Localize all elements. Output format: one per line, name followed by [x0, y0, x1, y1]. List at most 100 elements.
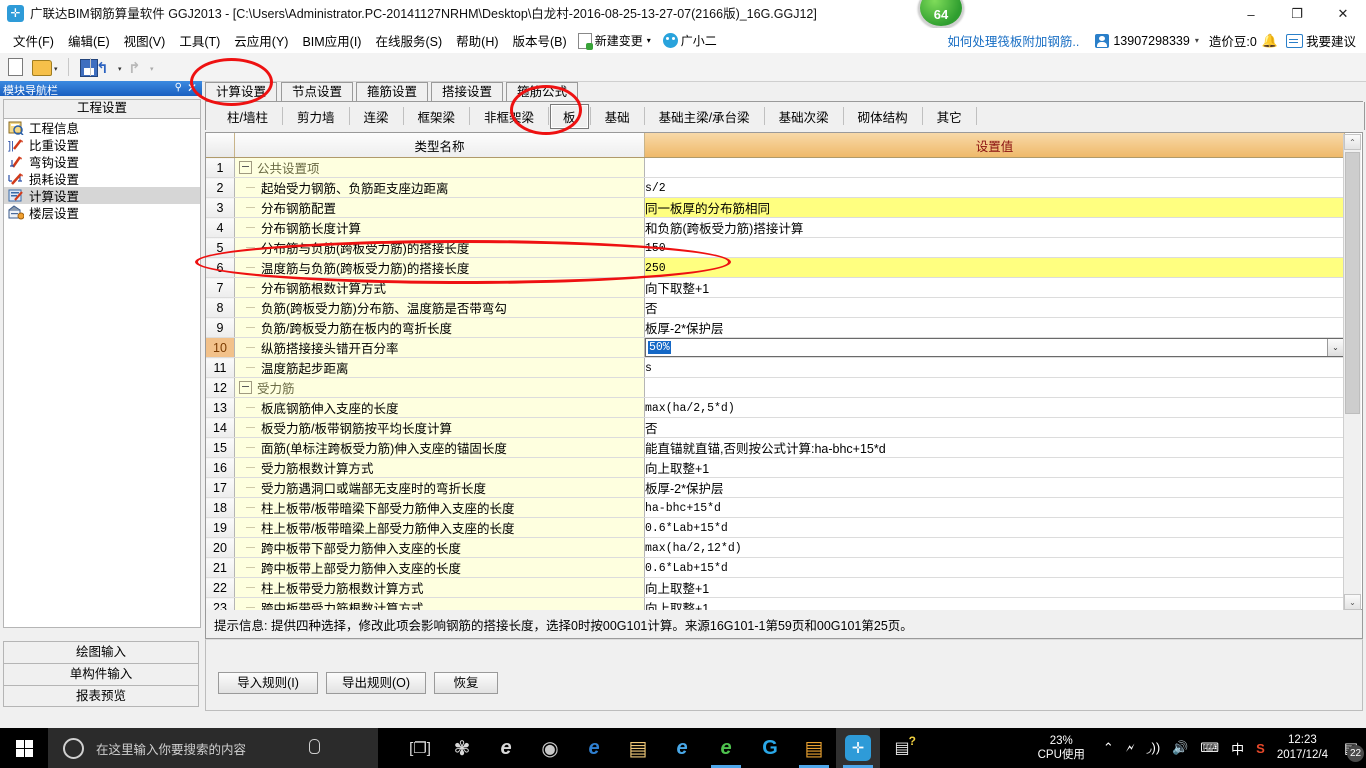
undo-icon[interactable]: ↰ — [96, 59, 109, 77]
row-setting-value-cell[interactable] — [644, 377, 1345, 398]
row-setting-value-cell[interactable]: 板厚-2*保护层 — [644, 477, 1345, 498]
row-type-name-cell[interactable]: 分布钢筋长度计算 — [234, 217, 645, 238]
table-row[interactable]: 17 受力筋遇洞口或端部无支座时的弯折长度 板厚-2*保护层 — [206, 477, 1345, 498]
microphone-icon[interactable] — [309, 739, 320, 754]
row-type-name-cell[interactable]: 负筋/跨板受力筋在板内的弯折长度 — [234, 317, 645, 338]
row-index-cell[interactable]: 14 — [206, 417, 235, 438]
row-type-name-cell[interactable]: 分布筋与负筋(跨板受力筋)的搭接长度 — [234, 237, 645, 258]
menu-cloud[interactable]: 云应用(Y) — [227, 28, 295, 53]
subtab-frame-beam[interactable]: 框架梁 — [405, 104, 469, 129]
row-index-cell[interactable]: 4 — [206, 217, 235, 238]
row-index-cell[interactable]: 21 — [206, 557, 235, 578]
row-setting-value-cell[interactable]: 150 — [644, 237, 1345, 258]
table-row[interactable]: 12 受力筋 — [206, 377, 1345, 398]
row-index-cell[interactable]: 15 — [206, 437, 235, 458]
row-setting-value-cell[interactable]: 50% ⌄ — [644, 337, 1345, 358]
row-type-name-cell[interactable]: 面筋(单标注跨板受力筋)伸入支座的锚固长度 — [234, 437, 645, 458]
table-row[interactable]: 20 跨中板带下部受力筋伸入支座的长度 max(ha/2,12*d) — [206, 537, 1345, 558]
close-button[interactable]: ✕ — [1320, 0, 1366, 28]
tab-calc-settings[interactable]: 计算设置 — [205, 82, 278, 102]
row-index-cell[interactable]: 12 — [206, 377, 235, 398]
search-box[interactable]: 在这里输入你要搜索的内容 — [48, 728, 378, 768]
tray-chevron-up-icon[interactable]: ⌃ — [1103, 740, 1114, 756]
task-view-button[interactable]: [❐] — [398, 728, 442, 768]
row-setting-value-cell[interactable] — [644, 157, 1345, 178]
row-index-cell[interactable]: 2 — [206, 177, 235, 198]
subtab-other[interactable]: 其它 — [924, 104, 975, 129]
taskbar-app-cortana[interactable]: ✾ — [440, 728, 484, 768]
table-row[interactable]: 22 柱上板带受力筋根数计算方式 向上取整+1 — [206, 577, 1345, 598]
row-type-name-cell[interactable]: 温度筋起步距离 — [234, 357, 645, 378]
table-row[interactable]: 3 分布钢筋配置 同一板厚的分布筋相同 — [206, 197, 1345, 218]
row-index-cell[interactable]: 17 — [206, 477, 235, 498]
scrollbar-thumb[interactable] — [1345, 152, 1360, 414]
row-setting-value-cell[interactable]: 0.6*Lab+15*d — [644, 557, 1345, 578]
row-setting-value-cell[interactable]: 向下取整+1 — [644, 277, 1345, 298]
row-type-name-cell[interactable]: 纵筋搭接接头错开百分率 — [234, 337, 645, 358]
row-setting-value-cell[interactable]: 否 — [644, 417, 1345, 438]
subtab-foundation-secondary-beam[interactable]: 基础次梁 — [766, 104, 842, 129]
menu-version[interactable]: 版本号(B) — [506, 28, 574, 53]
row-index-cell[interactable]: 18 — [206, 497, 235, 518]
row-index-cell[interactable]: 9 — [206, 317, 235, 338]
row-index-cell[interactable]: 16 — [206, 457, 235, 478]
notification-center-button[interactable]: ▤ 22 — [1336, 728, 1366, 768]
nav-item-calc-settings[interactable]: 计算设置 — [4, 187, 200, 204]
wifi-icon[interactable]: ◞)) — [1146, 740, 1160, 756]
table-row[interactable]: 15 面筋(单标注跨板受力筋)伸入支座的锚固长度 能直锚就直锚,否则按公式计算:ha… — [206, 437, 1345, 458]
chevron-down-icon[interactable]: ⌄ — [1326, 339, 1344, 356]
subtab-non-frame-beam[interactable]: 非框架梁 — [471, 104, 547, 129]
table-row[interactable]: 6 温度筋与负筋(跨板受力筋)的搭接长度 250 — [206, 257, 1345, 278]
account-chevron-down-icon[interactable]: ▾ — [1195, 36, 1199, 45]
menu-help[interactable]: 帮助(H) — [449, 28, 505, 53]
pin-icon[interactable]: ⚲ — [175, 82, 182, 93]
menu-edit[interactable]: 编辑(E) — [61, 28, 117, 53]
grid-vertical-scrollbar[interactable]: ⌃ ⌄ — [1343, 134, 1361, 610]
nav-item-floor-settings[interactable]: 楼层设置 — [4, 204, 200, 221]
row-index-cell[interactable]: 22 — [206, 577, 235, 598]
nav-close-icon[interactable]: ✕ — [187, 81, 197, 95]
row-setting-value-cell[interactable]: s — [644, 357, 1345, 378]
taskbar-app-file-explorer[interactable]: ▤ — [616, 728, 660, 768]
row-setting-value-cell[interactable]: max(ha/2,5*d) — [644, 397, 1345, 418]
subtab-foundation[interactable]: 基础 — [592, 104, 643, 129]
row-setting-value-cell[interactable]: max(ha/2,12*d) — [644, 537, 1345, 558]
keyboard-icon[interactable]: ⌨ — [1200, 740, 1219, 756]
account-label[interactable]: 13907298339 — [1113, 34, 1189, 48]
report-preview-button[interactable]: 报表预览 — [3, 685, 199, 707]
taskbar-app-antivirus[interactable]: ◉ — [528, 728, 572, 768]
subtab-coupling-beam[interactable]: 连梁 — [351, 104, 402, 129]
subtab-foundation-main-beam[interactable]: 基础主梁/承台梁 — [646, 104, 763, 129]
row-index-cell[interactable]: 8 — [206, 297, 235, 318]
row-index-cell[interactable]: 20 — [206, 537, 235, 558]
row-setting-value-cell[interactable]: ha-bhc+15*d — [644, 497, 1345, 518]
table-row[interactable]: 19 柱上板带/板带暗梁上部受力筋伸入支座的长度 0.6*Lab+15*d — [206, 517, 1345, 538]
taskbar-app-edge[interactable]: e — [572, 728, 616, 768]
scroll-down-arrow-icon[interactable]: ⌄ — [1344, 594, 1361, 610]
table-row[interactable]: 2 起始受力钢筋、负筋距支座边距离 s/2 — [206, 177, 1345, 198]
row-type-name-cell[interactable]: 跨中板带上部受力筋伸入支座的长度 — [234, 557, 645, 578]
nav-item-hook-settings[interactable]: 弯钩设置 — [4, 153, 200, 170]
row-setting-value-cell[interactable]: s/2 — [644, 177, 1345, 198]
draw-input-button[interactable]: 绘图输入 — [3, 641, 199, 663]
taskbar-app-360-browser[interactable]: e — [704, 728, 748, 768]
sogou-ime-icon[interactable]: S — [1256, 741, 1265, 756]
table-row[interactable]: 1 公共设置项 — [206, 157, 1345, 178]
row-type-name-cell[interactable]: 板底钢筋伸入支座的长度 — [234, 397, 645, 418]
table-row[interactable]: 11 温度筋起步距离 s — [206, 357, 1345, 378]
table-row[interactable]: 5 分布筋与负筋(跨板受力筋)的搭接长度 150 — [206, 237, 1345, 258]
row-type-name-cell[interactable]: 受力筋根数计算方式 — [234, 457, 645, 478]
open-chevron-down-icon[interactable]: ▾ — [54, 65, 58, 73]
row-setting-value-cell[interactable]: 否 — [644, 297, 1345, 318]
minimize-button[interactable]: – — [1228, 0, 1274, 28]
row-setting-value-cell[interactable]: 向上取整+1 — [644, 457, 1345, 478]
row-type-name-cell[interactable]: 负筋(跨板受力筋)分布筋、温度筋是否带弯勾 — [234, 297, 645, 318]
row-index-cell[interactable]: 19 — [206, 517, 235, 538]
restore-button[interactable]: 恢复 — [434, 672, 498, 694]
row-index-cell[interactable]: 1 — [206, 157, 235, 178]
undo-chevron-down-icon[interactable]: ▾ — [118, 65, 122, 73]
row-setting-value-cell[interactable]: 板厚-2*保护层 — [644, 317, 1345, 338]
table-row[interactable]: 13 板底钢筋伸入支座的长度 max(ha/2,5*d) — [206, 397, 1345, 418]
export-rules-button[interactable]: 导出规则(O) — [326, 672, 426, 694]
row-type-name-cell[interactable]: 柱上板带受力筋根数计算方式 — [234, 577, 645, 598]
